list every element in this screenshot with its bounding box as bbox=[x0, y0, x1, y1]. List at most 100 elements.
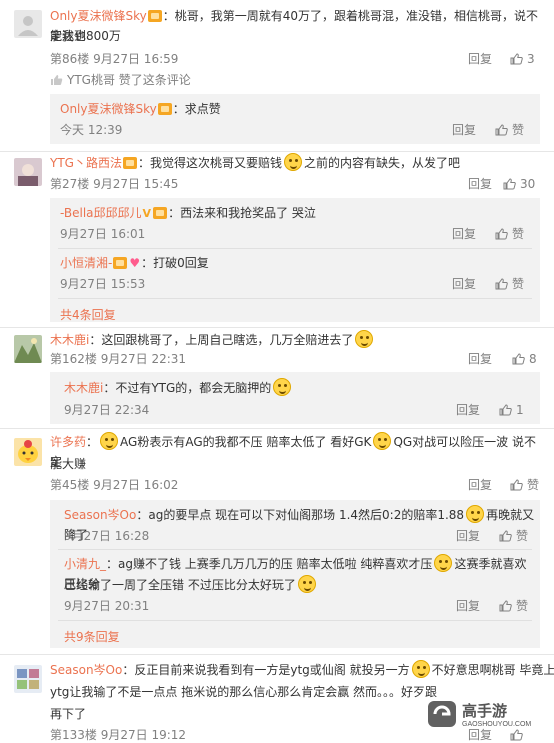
reply-author[interactable]: -Bella邱邱邱儿 bbox=[60, 206, 142, 220]
emoji-icon bbox=[355, 330, 374, 348]
like-count: 3 bbox=[527, 52, 535, 66]
vip-icon bbox=[113, 257, 128, 269]
comment-body-line2: 能达到800万 bbox=[50, 29, 121, 43]
reply-text-line2: 已经输了一周了全压错 不过压比分太好玩了 bbox=[64, 575, 318, 595]
reply-author[interactable]: 小恒清湘- bbox=[60, 256, 112, 270]
watermark-url: GAOSHOUYOU.COM bbox=[462, 721, 531, 728]
thumbs-up-icon bbox=[499, 600, 512, 612]
emoji-icon bbox=[100, 432, 119, 450]
commenter-name[interactable]: YTG丶路西法 bbox=[50, 156, 122, 170]
watermark-brand: 高手游 bbox=[462, 702, 507, 720]
divider bbox=[58, 248, 532, 249]
reply-author[interactable]: 小清九_ bbox=[64, 557, 106, 571]
avatar[interactable] bbox=[14, 438, 42, 466]
like-label: 赞 bbox=[516, 599, 529, 613]
vip-icon bbox=[157, 103, 172, 115]
commenter-name[interactable]: Season岑Oo bbox=[50, 663, 122, 677]
reply-time: 今天 12:39 bbox=[60, 123, 123, 137]
reply-button[interactable]: 回复 bbox=[452, 122, 476, 138]
like-count: 8 bbox=[529, 352, 537, 366]
like-button[interactable]: 赞 bbox=[510, 477, 539, 493]
like-count: 30 bbox=[520, 177, 536, 191]
commenter-name[interactable]: 木木鹿i bbox=[50, 333, 89, 347]
more-replies-link[interactable]: 共9条回复 bbox=[64, 628, 120, 645]
divider bbox=[58, 549, 532, 550]
site-watermark: 高手游 GAOSHOUYOU.COM bbox=[428, 699, 546, 729]
avatar[interactable] bbox=[14, 158, 42, 186]
reply-button[interactable]: 回复 bbox=[468, 477, 492, 493]
like-label: 赞 bbox=[516, 529, 529, 543]
reply-body-line2: 已经输了一周了全压错 不过压比分太好玩了 bbox=[64, 578, 296, 592]
like-button[interactable]: 赞 bbox=[495, 276, 524, 292]
like-button[interactable]: 赞 bbox=[499, 528, 528, 544]
comment-body: ：我觉得这次桃哥又要赔钱 bbox=[137, 156, 282, 170]
reply-button[interactable]: 回复 bbox=[468, 351, 492, 367]
thumbs-up-icon bbox=[510, 729, 523, 741]
like-button[interactable]: 赞 bbox=[499, 598, 528, 614]
like-count: 1 bbox=[516, 403, 524, 417]
reply-button[interactable]: 回复 bbox=[452, 226, 476, 242]
comment-meta: 第162楼 9月27日 22:31 bbox=[50, 352, 187, 366]
more-replies-link[interactable]: 共4条回复 bbox=[60, 306, 116, 323]
comment-body: ：反正目前来说我看到有一方是ytg或仙阁 就投另一方 bbox=[122, 663, 410, 677]
commenter-name[interactable]: 许多药 bbox=[50, 435, 86, 449]
like-label: 赞 bbox=[527, 478, 540, 492]
thumbs-up-icon bbox=[495, 278, 508, 290]
reply-text: -Bella邱邱邱儿V ：西法来和我抢奖品了 哭泣 bbox=[60, 203, 316, 224]
divider bbox=[0, 428, 554, 429]
reply-author[interactable]: Only夏沫微锋Sky bbox=[60, 102, 157, 116]
comment-meta: 第133楼 9月27日 19:12 bbox=[50, 728, 187, 742]
avatar[interactable] bbox=[14, 665, 42, 693]
emoji-icon bbox=[373, 432, 392, 450]
comment-text: YTG丶路西法 ：我觉得这次桃哥又要赔钱 之前的内容有缺失，从发了吧 bbox=[50, 153, 540, 173]
emoji-icon bbox=[273, 378, 292, 396]
reply-author[interactable]: Season岑Oo bbox=[64, 508, 136, 522]
like-label: 赞 bbox=[512, 123, 525, 137]
comment-text: Only夏沫微锋Sky ：桃哥，我第一周就有40万了，跟着桃哥混，准没错，相信桃哥… bbox=[50, 6, 540, 46]
comment-meta: 第45楼 9月27日 16:02 bbox=[50, 478, 179, 492]
reply-button[interactable]: 回复 bbox=[468, 176, 492, 192]
like-button[interactable]: 赞 bbox=[495, 226, 524, 242]
comment-feed: Only夏沫微锋Sky ：桃哥，我第一周就有40万了，跟着桃哥混，准没错，相信桃哥… bbox=[0, 0, 554, 743]
like-button[interactable]: 30 bbox=[503, 176, 535, 192]
liked-by-text: YTG桃哥 赞了这条评论 bbox=[67, 73, 191, 87]
avatar[interactable] bbox=[14, 335, 42, 363]
thumbs-up-icon bbox=[499, 404, 512, 416]
comment-body-line2: 能大赚 bbox=[50, 457, 87, 471]
reply-button[interactable]: 回复 bbox=[456, 528, 480, 544]
like-button[interactable]: 赞 bbox=[495, 122, 524, 138]
reply-button[interactable]: 回复 bbox=[468, 727, 492, 743]
reply-button[interactable]: 回复 bbox=[468, 51, 492, 67]
like-button[interactable]: 3 bbox=[510, 51, 535, 67]
emoji-icon bbox=[283, 153, 302, 171]
comment-meta: 第27楼 9月27日 15:45 bbox=[50, 177, 179, 191]
comment-body: AG粉表示有AG的我都不压 赔率太低了 看好GK bbox=[120, 435, 372, 449]
comment-text: Season岑Oo：反正目前来说我看到有一方是ytg或仙阁 就投另一方 不好意思啊… bbox=[50, 660, 554, 680]
watermark-logo-icon: 高手游 GAOSHOUYOU.COM bbox=[428, 701, 531, 728]
like-button[interactable]: 8 bbox=[512, 351, 537, 367]
reply-button[interactable]: 回复 bbox=[456, 402, 480, 418]
comment-body-cont: 不好意思啊桃哥 毕竟上周 bbox=[431, 663, 554, 677]
reply-time: 9月27日 16:28 bbox=[64, 529, 150, 543]
emoji-icon bbox=[466, 505, 485, 523]
divider bbox=[0, 151, 554, 152]
name-colon: ： bbox=[86, 435, 99, 449]
reply-button[interactable]: 回复 bbox=[456, 598, 480, 614]
reply-text: Only夏沫微锋Sky ：求点赞 bbox=[60, 99, 221, 119]
thumbs-up-icon bbox=[503, 178, 516, 190]
comment-text: 许多药： AG粉表示有AG的我都不压 赔率太低了 看好GK QG对战可以险压一波 说… bbox=[50, 432, 540, 472]
like-button[interactable] bbox=[510, 727, 527, 743]
thumbs-up-icon bbox=[510, 479, 523, 491]
divider bbox=[0, 654, 554, 655]
reply-time: 9月27日 20:31 bbox=[64, 599, 150, 613]
reply-time: 9月27日 22:34 bbox=[64, 403, 150, 417]
avatar[interactable] bbox=[14, 10, 42, 38]
emoji-icon bbox=[297, 575, 316, 593]
vip-icon bbox=[122, 157, 137, 169]
thumbs-up-icon bbox=[495, 124, 508, 136]
reply-author[interactable]: 木木鹿i bbox=[64, 381, 103, 395]
reply-body: ：打破0回复 bbox=[141, 256, 209, 270]
reply-button[interactable]: 回复 bbox=[452, 276, 476, 292]
like-button[interactable]: 1 bbox=[499, 402, 524, 418]
commenter-name[interactable]: Only夏沫微锋Sky bbox=[50, 9, 147, 23]
